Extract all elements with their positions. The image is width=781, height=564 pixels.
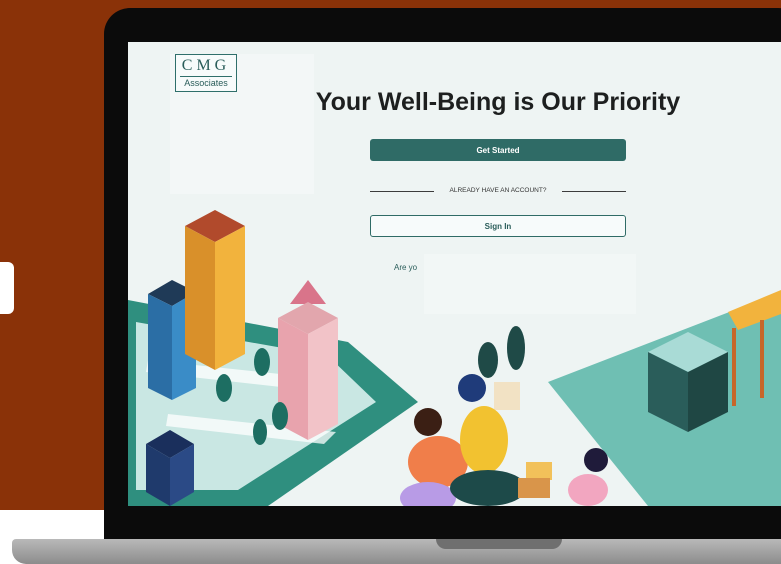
divider-text: ALREADY HAVE AN ACCOUNT? [449, 187, 547, 194]
laptop-screen: CMG Associates Your Well-Being is Our Pr… [128, 42, 781, 506]
account-divider: ALREADY HAVE AN ACCOUNT? [370, 186, 626, 196]
partial-text: Are yo [394, 263, 418, 272]
logo-associates: Associates [180, 76, 232, 89]
logo-cmg: CMG [181, 57, 231, 74]
divider-line-right [562, 191, 626, 192]
decorative-tab [0, 262, 14, 314]
laptop-base [12, 539, 781, 564]
sign-in-button[interactable]: Sign In [370, 215, 626, 237]
info-card [424, 254, 636, 314]
page-title: Your Well-Being is Our Priority [315, 88, 681, 116]
laptop-notch [436, 539, 562, 549]
company-logo: CMG Associates [175, 54, 237, 92]
get-started-button[interactable]: Get Started [370, 139, 626, 161]
divider-line-left [370, 191, 434, 192]
